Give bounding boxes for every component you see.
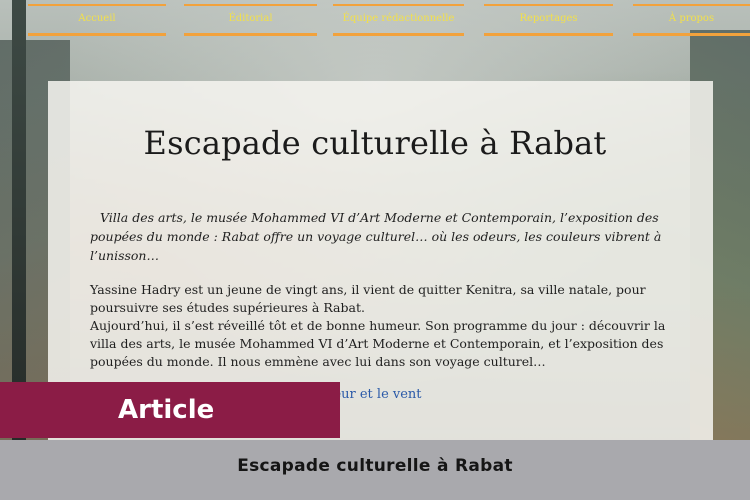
article-title: Escapade culturelle à Rabat [143, 124, 607, 162]
nav-item-editorial[interactable]: Éditorial [184, 4, 317, 36]
nav-item-equipe-redactionnelle[interactable]: Équipe rédactionnelle [333, 4, 464, 36]
article-paragraph: Aujourd’hui, il s’est réveillé tôt et de… [90, 318, 666, 369]
category-badge: Article [0, 382, 340, 438]
article-intro: Villa des arts, le musée Mohammed VI d’A… [90, 210, 662, 263]
caption-bar: Escapade culturelle à Rabat [0, 440, 750, 500]
caption-title: Escapade culturelle à Rabat [237, 456, 513, 476]
article-body: Yassine Hadry est un jeune de vingt ans,… [90, 281, 690, 371]
nav-item-a-propos[interactable]: À propos [633, 4, 750, 36]
nav-item-accueil[interactable]: Accueil [28, 4, 166, 36]
nav-item-reportages[interactable]: Reportages [484, 4, 613, 36]
article-paragraph: Yassine Hadry est un jeune de vingt ans,… [90, 282, 646, 315]
top-navigation: Accueil Éditorial Équipe rédactionnelle … [0, 0, 750, 44]
gallery-pillar [12, 0, 26, 440]
